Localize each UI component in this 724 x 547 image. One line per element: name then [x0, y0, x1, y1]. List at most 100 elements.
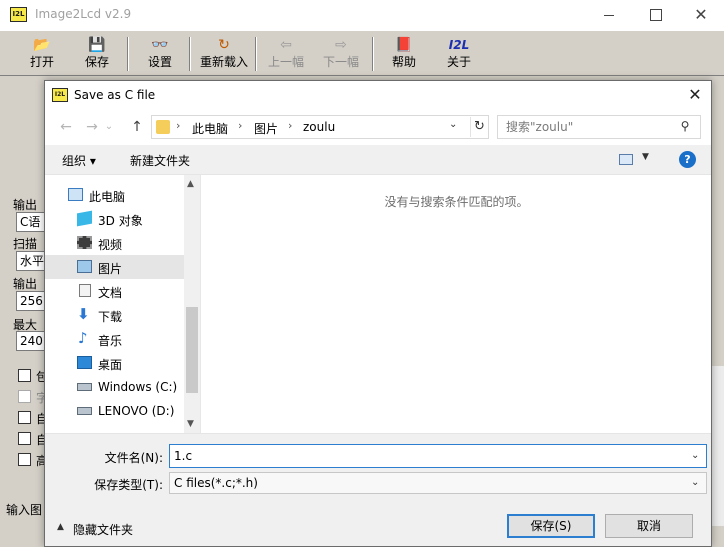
dialog-titlebar: I2L Save as C file ✕ [45, 81, 711, 109]
view-options-icon[interactable] [619, 154, 633, 165]
output-format-label: 输出 [13, 198, 38, 212]
search-input[interactable]: 搜索"zoulu" [497, 115, 701, 139]
help-icon[interactable]: ? [679, 151, 696, 168]
tree-item-label: Windows (C:) [98, 380, 178, 394]
address-bar[interactable]: › 此电脑 › 图片 › zoulu ⌄ ↻ [151, 115, 489, 139]
computer-icon [68, 188, 83, 201]
open-folder-icon: 📂 [33, 37, 51, 53]
navigation-row: ← → ⌄ ↑ › 此电脑 › 图片 › zoulu ⌄ ↻ 搜索"zoulu"… [45, 111, 711, 143]
view-dropdown-icon[interactable]: ▼ [642, 152, 649, 162]
about-button[interactable]: I2L 关于 [433, 34, 485, 74]
folder-icon [156, 120, 170, 134]
app-logo-icon: I2L [10, 7, 27, 22]
pictures-icon [77, 260, 92, 273]
desktop-icon [77, 356, 92, 369]
empty-message: 没有与搜索条件匹配的项。 [384, 195, 529, 209]
maximize-button[interactable] [632, 0, 678, 30]
chevron-right-icon[interactable]: › [288, 119, 292, 132]
open-button[interactable]: 📂 打开 [16, 34, 68, 74]
address-dropdown-icon[interactable]: ⌄ [449, 119, 457, 130]
up-arrow-icon[interactable]: ↑ [126, 116, 148, 138]
organize-button[interactable]: 组织 ▾ [62, 152, 96, 169]
previous-image-button[interactable]: ⇦ 上一幅 [260, 34, 312, 74]
dialog-title: Save as C file [74, 88, 156, 102]
reload-button[interactable]: ↻ 重新载入 [196, 34, 252, 74]
next-image-button[interactable]: ⇨ 下一幅 [315, 34, 367, 74]
reload-icon: ↻ [218, 37, 230, 53]
new-folder-button[interactable]: 新建文件夹 [130, 152, 190, 169]
minimize-button[interactable] [586, 0, 632, 30]
chevron-down-icon[interactable]: ⌄ [691, 450, 699, 461]
breadcrumb-zoulu[interactable]: zoulu [303, 120, 335, 134]
tree-item-videos[interactable]: 视频 [45, 231, 184, 255]
recent-dropdown-icon[interactable]: ⌄ [102, 116, 116, 138]
app-title: Image2Lcd v2.9 [35, 7, 132, 21]
tree-item-label: LENOVO (D:) [98, 404, 175, 418]
tree-item-label: 视频 [98, 238, 123, 252]
chevron-right-icon[interactable]: › [238, 119, 242, 132]
option-checkbox[interactable] [18, 369, 31, 382]
save-dialog-button[interactable]: 保存(S) [507, 514, 595, 538]
filename-input[interactable]: 1.c [169, 444, 707, 468]
toolbar: 📂 打开 💾 保存 👓 设置 ↻ 重新载入 ⇦ 上一幅 ⇨ 下一幅 📕 帮助 I… [0, 30, 724, 76]
tree-item-desktop[interactable]: 桌面 [45, 351, 184, 375]
floppy-disk-icon: 💾 [88, 37, 106, 53]
option-checkbox[interactable] [18, 432, 31, 445]
music-icon: ♪ [78, 329, 88, 347]
tree-item-drive-d[interactable]: LENOVO (D:) [45, 399, 184, 423]
collapse-caret-icon[interactable]: ▲ [57, 522, 64, 532]
previous-image-icon: ⇦ [280, 37, 292, 53]
close-button[interactable]: ✕ [678, 0, 724, 30]
3d-objects-icon [77, 210, 92, 227]
help-button[interactable]: 📕 帮助 [378, 34, 430, 74]
search-icon[interactable]: ⚲ [677, 119, 693, 135]
scroll-up-icon[interactable]: ▲ [187, 179, 194, 189]
tree-item-drive-c[interactable]: Windows (C:) [45, 375, 184, 399]
tree-item-music[interactable]: ♪ 音乐 [45, 327, 184, 351]
tree-item-this-pc[interactable]: 此电脑 [45, 183, 184, 207]
dialog-bottom-area: 文件名(N): 1.c ⌄ 保存类型(T): C files(*.c;*.h) … [45, 433, 711, 546]
dialog-close-button[interactable]: ✕ [681, 83, 709, 107]
option-checkbox[interactable] [18, 453, 31, 466]
tree-item-label: 3D 对象 [98, 214, 143, 228]
tree-item-pictures[interactable]: 图片 [45, 255, 184, 279]
cancel-button[interactable]: 取消 [605, 514, 693, 538]
back-arrow-icon[interactable]: ← [55, 116, 77, 138]
tree-item-documents[interactable]: 文档 [45, 279, 184, 303]
chevron-right-icon[interactable]: › [176, 119, 180, 132]
chevron-down-icon[interactable]: ⌄ [691, 477, 699, 488]
filename-label: 文件名(N): [104, 451, 163, 465]
option-checkbox[interactable] [18, 390, 31, 403]
toolbar-separator [189, 37, 191, 71]
tree-item-label: 图片 [98, 262, 123, 276]
tree-item-label: 文档 [98, 286, 123, 300]
output-gray-label: 输出 [13, 277, 38, 291]
filetype-select[interactable]: C files(*.c;*.h) [169, 472, 707, 494]
toolbar-separator [127, 37, 129, 71]
file-list-pane[interactable]: 没有与搜索条件匹配的项。 [202, 175, 711, 433]
settings-button[interactable]: 👓 设置 [134, 34, 186, 74]
scrollbar-thumb[interactable] [186, 307, 198, 393]
tree-item-label: 音乐 [98, 334, 123, 348]
toolbar-separator [372, 37, 374, 71]
tree-item-downloads[interactable]: ⬇ 下载 [45, 303, 184, 327]
drive-icon [77, 383, 92, 391]
help-book-icon: 📕 [395, 37, 413, 53]
scan-mode-label: 扫描 [13, 237, 38, 251]
hide-folders-toggle[interactable]: 隐藏文件夹 [73, 521, 133, 538]
breadcrumb-pictures[interactable]: 图片 [254, 120, 278, 137]
forward-arrow-icon[interactable]: → [81, 116, 103, 138]
navigation-scrollbar[interactable]: ▲ ▼ [184, 175, 200, 433]
scroll-down-icon[interactable]: ▼ [187, 419, 194, 429]
option-checkbox[interactable] [18, 411, 31, 424]
tree-item-label: 桌面 [98, 358, 123, 372]
drive-icon [77, 407, 92, 415]
tree-item-label: 此电脑 [89, 190, 126, 204]
filetype-label: 保存类型(T): [94, 478, 163, 492]
save-button[interactable]: 💾 保存 [71, 34, 123, 74]
breadcrumb-this-pc[interactable]: 此电脑 [192, 120, 228, 137]
refresh-icon[interactable]: ↻ [470, 117, 488, 137]
tree-item-3d-objects[interactable]: 3D 对象 [45, 207, 184, 231]
next-image-icon: ⇨ [335, 37, 347, 53]
documents-icon [79, 284, 91, 297]
